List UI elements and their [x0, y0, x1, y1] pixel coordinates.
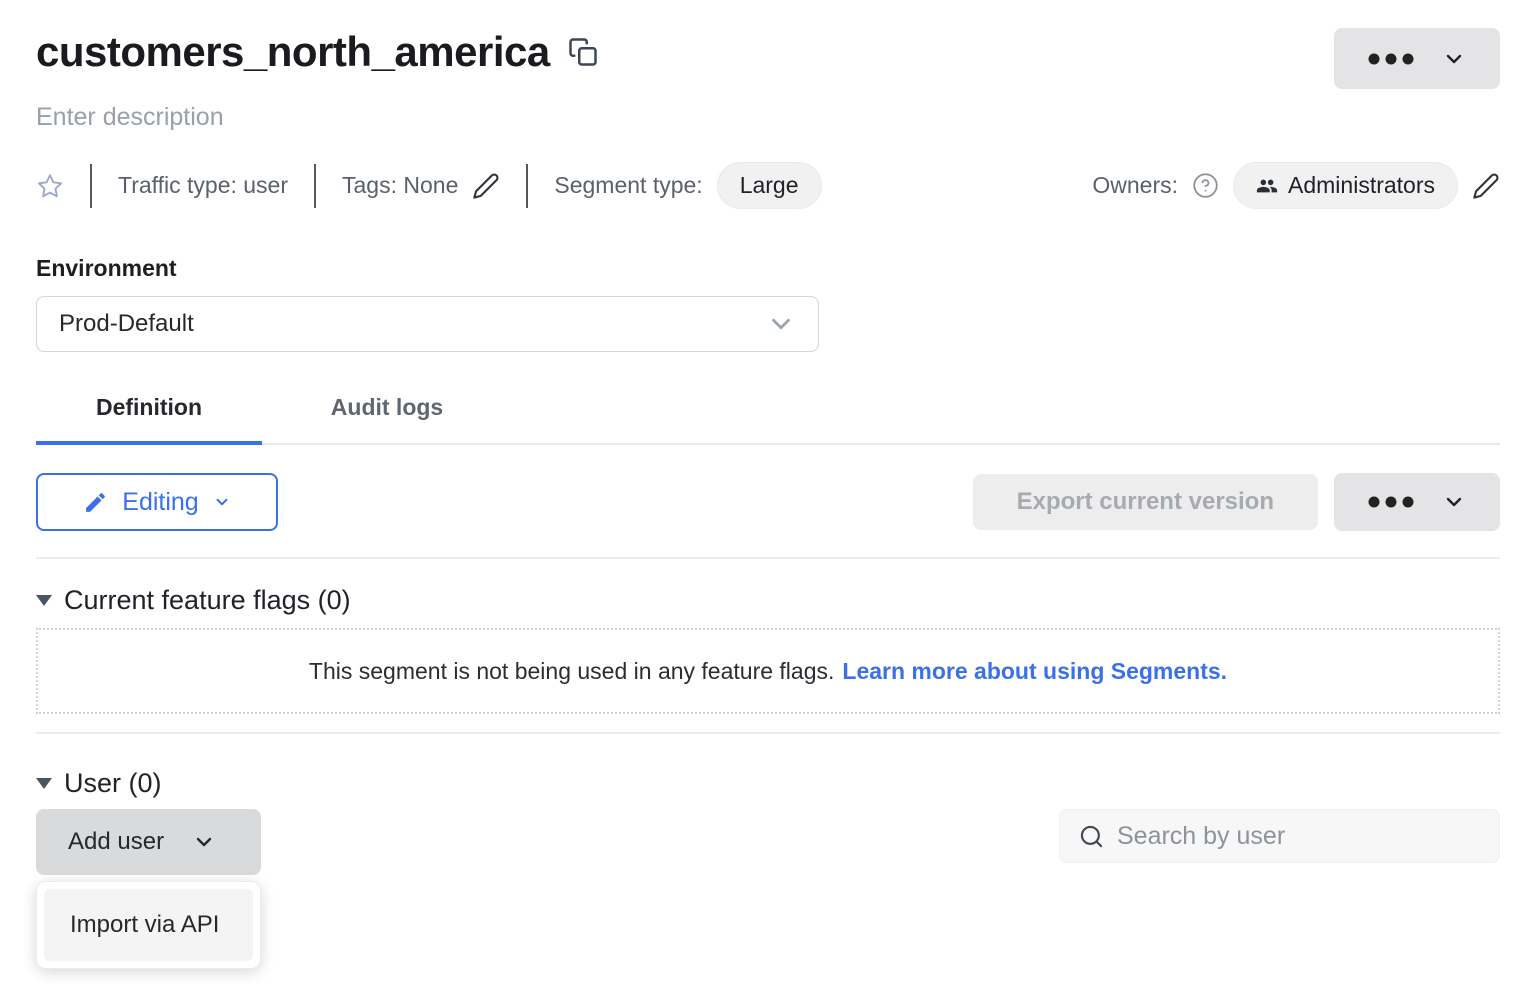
- copy-icon: [568, 37, 598, 67]
- page-header: customers_north_america: [36, 0, 1500, 89]
- search-icon: [1078, 823, 1105, 850]
- segment-type-badge: Large: [717, 162, 822, 209]
- add-user-label: Add user: [68, 828, 164, 856]
- toolbar-more-menu-button[interactable]: [1334, 473, 1500, 531]
- caret-down-icon: [36, 595, 52, 606]
- tab-bar: Definition Audit logs: [36, 394, 1500, 445]
- environment-section: Environment Prod-Default: [36, 255, 1500, 352]
- user-heading: User (0): [64, 768, 162, 799]
- chevron-down-icon: [1442, 490, 1466, 514]
- ellipsis-icon: [1368, 496, 1414, 508]
- editing-status-button[interactable]: Editing: [36, 473, 278, 531]
- menu-item-import-via-api[interactable]: Import via API: [44, 889, 253, 961]
- copy-name-button[interactable]: [568, 37, 598, 67]
- tab-definition[interactable]: Definition: [36, 394, 262, 443]
- chevron-down-icon: [766, 309, 796, 339]
- star-icon: [36, 172, 64, 200]
- owners-value: Administrators: [1288, 172, 1435, 199]
- pencil-filled-icon: [83, 490, 108, 515]
- environment-selected-value: Prod-Default: [59, 310, 194, 338]
- feature-flags-empty-state: This segment is not being used in any fe…: [36, 628, 1500, 714]
- add-user-button[interactable]: Add user: [36, 809, 261, 875]
- chevron-down-icon: [1442, 47, 1466, 71]
- pencil-icon: [1472, 172, 1500, 200]
- chevron-down-icon: [213, 493, 231, 511]
- add-user-dropdown-menu: Import via API: [36, 881, 261, 969]
- help-circle-icon[interactable]: [1192, 172, 1219, 199]
- editing-label: Editing: [122, 488, 198, 517]
- edit-owners-button[interactable]: [1472, 172, 1500, 200]
- user-section-toggle[interactable]: User (0): [36, 768, 1500, 799]
- tags-label: Tags: None: [342, 172, 458, 199]
- feature-flags-heading: Current feature flags (0): [64, 585, 351, 616]
- edit-tags-button[interactable]: [472, 172, 500, 200]
- traffic-type: Traffic type: user: [118, 172, 288, 199]
- meta-divider: [90, 164, 92, 208]
- caret-down-icon: [36, 778, 52, 789]
- environment-label: Environment: [36, 255, 1500, 282]
- empty-state-text: This segment is not being used in any fe…: [309, 658, 834, 685]
- user-search: [1059, 809, 1500, 863]
- favorite-star-button[interactable]: [36, 172, 64, 200]
- segment-type: Segment type: Large: [554, 162, 821, 209]
- segment-detail-page: customers_north_america Enter descriptio…: [0, 0, 1536, 875]
- section-divider: [36, 732, 1500, 734]
- export-current-version-button[interactable]: Export current version: [973, 474, 1318, 530]
- traffic-type-label: Traffic type: user: [118, 172, 288, 199]
- owners-badge[interactable]: Administrators: [1233, 162, 1458, 209]
- ellipsis-icon: [1368, 53, 1414, 65]
- segment-type-label: Segment type:: [554, 172, 702, 199]
- description-placeholder[interactable]: Enter description: [36, 103, 1500, 132]
- search-by-user-input[interactable]: [1117, 822, 1481, 851]
- pencil-icon: [472, 172, 500, 200]
- owners-group: Owners: Administrators: [1092, 162, 1500, 209]
- tags: Tags: None: [342, 172, 500, 200]
- group-icon: [1256, 175, 1278, 197]
- environment-select[interactable]: Prod-Default: [36, 296, 819, 352]
- meta-row: Traffic type: user Tags: None Segment ty…: [36, 162, 1500, 209]
- section-divider: [36, 557, 1500, 559]
- header-more-menu-button[interactable]: [1334, 28, 1500, 89]
- user-controls-row: Add user Import via API: [36, 809, 1500, 875]
- tab-audit-logs[interactable]: Audit logs: [274, 394, 500, 443]
- meta-divider: [314, 164, 316, 208]
- meta-divider: [526, 164, 528, 208]
- learn-more-link[interactable]: Learn more about using Segments.: [842, 658, 1227, 685]
- feature-flags-section-toggle[interactable]: Current feature flags (0): [36, 585, 1500, 616]
- chevron-down-icon: [192, 830, 216, 854]
- owners-label: Owners:: [1092, 172, 1178, 199]
- page-title: customers_north_america: [36, 28, 550, 76]
- definition-toolbar: Editing Export current version: [36, 473, 1500, 531]
